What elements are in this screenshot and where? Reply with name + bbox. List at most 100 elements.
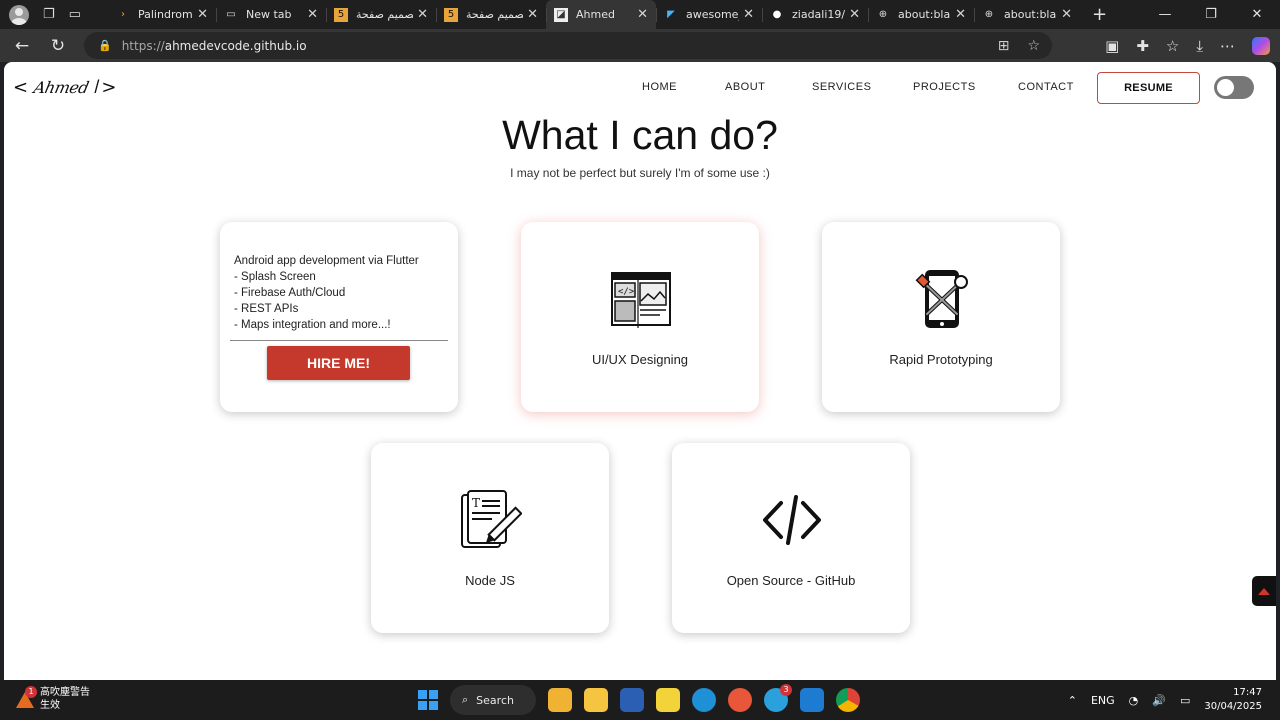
section-heading: What I can do? [502, 112, 778, 158]
edge-browser-icon[interactable] [692, 688, 716, 712]
clock-date: 30/04/2025 [1204, 701, 1262, 712]
toggle-knob [1217, 79, 1234, 96]
reload-icon[interactable]: ↻ [40, 36, 76, 56]
close-tab-icon[interactable]: ✕ [637, 7, 648, 22]
new-tab-button[interactable]: + [1080, 4, 1119, 25]
nav-services[interactable]: SERVICES [812, 81, 871, 93]
flutter-service-card: Android app development via Flutter - Sp… [220, 222, 458, 412]
card-caption: Rapid Prototyping [889, 352, 993, 367]
close-tab-icon[interactable]: ✕ [955, 7, 966, 22]
card-caption: Open Source - GitHub [726, 573, 856, 588]
web-design-icon: </> [611, 272, 671, 328]
phone-tools-icon [915, 270, 968, 328]
address-bar-actions: ⊞ ☆ [998, 38, 1052, 54]
browser-tab[interactable]: ⊕ about:blank ✕ [868, 0, 974, 29]
battery-icon[interactable]: ▭ [1180, 694, 1190, 707]
hire-me-button[interactable]: HIRE ME! [267, 346, 410, 380]
resume-button[interactable]: RESUME [1097, 72, 1200, 104]
chevron-up-icon[interactable]: ⌃ [1068, 694, 1077, 707]
ide-app-icon[interactable] [620, 688, 644, 712]
flutter-favicon-icon: ◤ [667, 9, 675, 20]
alert-title: 高吹塵警告 [40, 687, 90, 698]
tab-title: Palindrome N [138, 8, 193, 21]
store-app-icon[interactable] [548, 688, 572, 712]
more-menu-icon[interactable]: ⋯ [1220, 37, 1235, 55]
tab-strip-leading: ❐ ▭ [0, 4, 108, 25]
telegram-icon[interactable]: 3 [764, 684, 792, 712]
scroll-to-top-button[interactable] [1252, 576, 1276, 606]
downloads-icon[interactable]: ⤓ [1196, 37, 1203, 55]
url-text[interactable]: https://ahmedevcode.github.io [122, 39, 307, 53]
copilot-icon[interactable] [1252, 36, 1270, 55]
dark-mode-toggle[interactable] [1214, 76, 1254, 99]
opensource-service-card[interactable]: Open Source - GitHub [672, 443, 910, 633]
nav-home[interactable]: HOME [642, 81, 677, 93]
lock-icon[interactable]: 🔒 [98, 39, 112, 52]
profile-avatar[interactable] [9, 4, 29, 25]
browser-tab[interactable]: ▭ New tab ✕ [216, 0, 326, 29]
browser-tab[interactable]: ● ziadali19/Spa✕ [762, 0, 868, 29]
browser-tab[interactable]: 5 تصميم صفحة ✕ [326, 0, 436, 29]
address-bar[interactable]: 🔒 https://ahmedevcode.github.io ⊞ ☆ [84, 32, 1052, 59]
close-tab-icon[interactable]: ✕ [743, 7, 754, 22]
nav-projects[interactable]: PROJECTS [913, 81, 976, 93]
browser-tab[interactable]: ⊕ about:blank ✕ [974, 0, 1080, 29]
close-tab-icon[interactable]: ✕ [1061, 7, 1072, 22]
taskbar-search[interactable]: ⌕ Search [450, 685, 536, 715]
site-navbar: < Ahmed / > HOME ABOUT SERVICES PROJECTS… [4, 62, 1276, 114]
html5-favicon-icon: 5 [334, 7, 348, 22]
site-favicon-icon: ◪ [554, 7, 568, 22]
tab-list: ›Palindrome N✕▭New tab✕5تصميم صفحة✕5تصمي… [108, 0, 1080, 29]
up-arrow-icon [1258, 587, 1270, 595]
tab-actions-icon[interactable]: ▭ [69, 7, 81, 22]
browser-tab[interactable]: 5 تصميم صفحة ✕ [436, 0, 546, 29]
palindrome-favicon-icon: › [121, 9, 125, 20]
close-tab-icon[interactable]: ✕ [417, 7, 428, 22]
back-arrow-icon[interactable]: ← [4, 36, 40, 56]
close-tab-icon[interactable]: ✕ [527, 7, 538, 22]
weather-alert-widget[interactable]: 1 高吹塵警告 生效 [16, 686, 90, 712]
language-indicator[interactable]: ENG [1091, 694, 1115, 707]
volume-icon[interactable]: 🔊 [1152, 694, 1166, 707]
postman-icon[interactable] [728, 688, 752, 712]
workspaces-icon[interactable]: ❐ [43, 7, 55, 22]
close-window-icon[interactable]: ✕ [1234, 0, 1280, 29]
qr-code-icon[interactable]: ▣ [1105, 37, 1119, 55]
favorite-star-icon[interactable]: ☆ [1027, 38, 1040, 54]
vscode-icon[interactable] [800, 688, 824, 712]
taskbar-apps: ⌕ Search 3 [418, 684, 860, 716]
card-caption: UI/UX Designing [591, 352, 689, 367]
search-icon: ⌕ [462, 693, 469, 706]
start-windows-icon[interactable] [418, 690, 438, 710]
close-tab-icon[interactable]: ✕ [849, 7, 860, 22]
browser-tab[interactable]: ◤ awesome_sn ✕ [656, 0, 762, 29]
nav-contact[interactable]: CONTACT [1018, 81, 1074, 93]
detail-line: - Splash Screen [234, 271, 316, 283]
detail-line: Android app development via Flutter [234, 255, 419, 267]
nodejs-service-card[interactable]: T Node JS [371, 443, 609, 633]
section-subheading: I may not be perfect but surely I'm of s… [510, 166, 770, 180]
clock[interactable]: 17:47 30/04/2025 [1204, 686, 1262, 714]
file-explorer-icon[interactable] [584, 688, 608, 712]
uiux-service-card[interactable]: </> UI/UX Designing [521, 222, 759, 412]
extensions-icon[interactable]: ✚ [1136, 37, 1149, 55]
browser-tab-strip: ❐ ▭ ›Palindrome N✕▭New tab✕5تصميم صفحة✕5… [0, 0, 1280, 29]
sticky-notes-icon[interactable] [656, 688, 680, 712]
browser-tab[interactable]: › Palindrome N ✕ [108, 0, 216, 29]
app-available-icon[interactable]: ⊞ [998, 38, 1010, 54]
html5-favicon-icon: 5 [444, 7, 458, 22]
browser-tab[interactable]: ◪ Ahmed ✕ [546, 0, 656, 29]
new-tab-page-icon: ▭ [226, 9, 236, 20]
wifi-icon[interactable]: ◔ [1129, 694, 1139, 707]
nav-about[interactable]: ABOUT [725, 81, 765, 93]
favorites-icon[interactable]: ☆ [1166, 37, 1179, 55]
document-pencil-icon: T [461, 490, 522, 548]
minimize-icon[interactable]: — [1142, 0, 1188, 29]
github-favicon-icon: ● [772, 9, 782, 20]
close-tab-icon[interactable]: ✕ [307, 7, 318, 22]
prototyping-service-card[interactable]: Rapid Prototyping [822, 222, 1060, 412]
chrome-icon[interactable] [836, 688, 860, 712]
detail-line: - REST APIs [234, 303, 299, 315]
close-tab-icon[interactable]: ✕ [197, 7, 208, 22]
restore-icon[interactable]: ❐ [1188, 0, 1234, 29]
